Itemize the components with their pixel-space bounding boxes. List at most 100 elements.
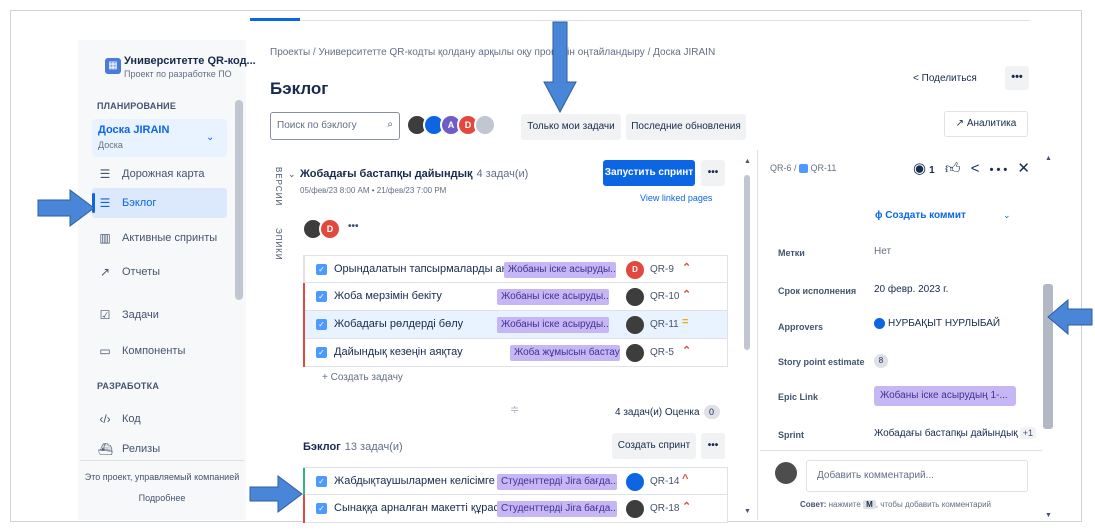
issue-key[interactable]: QR-11: [650, 319, 679, 330]
like-icon[interactable]: 👍︎: [945, 160, 964, 177]
chevron-down-icon[interactable]: ⌄: [206, 132, 214, 143]
epic-link-value[interactable]: Жобаны іске асырудың 1-...: [874, 386, 1016, 406]
assignee-avatar[interactable]: [626, 473, 644, 491]
labels-value[interactable]: Нет: [874, 246, 891, 257]
epic-tag[interactable]: Жобаны іске асыруды...: [497, 317, 609, 333]
share-button[interactable]: < Поделиться: [905, 66, 995, 92]
scroll-up-icon[interactable]: ▲: [1045, 155, 1052, 162]
drag-handle-icon[interactable]: ≑: [510, 403, 519, 416]
collapse-chevron-icon[interactable]: ⌄: [288, 169, 296, 180]
sidebar-scrollbar[interactable]: [235, 100, 243, 300]
sidebar-item-active-sprints[interactable]: ▥ Активные спринты: [92, 223, 227, 253]
breadcrumb[interactable]: Проекты / Университетте QR-кодты қолдану…: [270, 47, 715, 58]
story-points-value[interactable]: 8: [874, 354, 888, 368]
tab-versions[interactable]: ВЕРСИИ: [274, 167, 283, 206]
checkbox-icon: ✓: [316, 291, 327, 302]
more-actions-button[interactable]: •••: [1005, 66, 1029, 90]
issue-row[interactable]: ✓ Орындалатын тапсырмаларды анықта Жобан…: [303, 255, 728, 284]
close-icon[interactable]: ✕: [1017, 160, 1033, 177]
assignee-avatar[interactable]: [626, 344, 644, 362]
scroll-down-icon[interactable]: ▼: [1045, 512, 1052, 519]
create-issue-button[interactable]: + Создать задачу: [322, 372, 403, 383]
field-label: Метки: [778, 248, 805, 258]
sidebar-item-code[interactable]: ‹/› Код: [92, 404, 227, 434]
project-name[interactable]: Университетте QR-код...: [124, 55, 256, 67]
more-sprints-badge[interactable]: +1: [1019, 427, 1036, 439]
priority-highest-icon: ⌃: [682, 262, 692, 274]
backlog-name: Бэклог: [303, 441, 341, 453]
avatar[interactable]: D: [319, 218, 341, 240]
sidebar-more-link[interactable]: Подробнее: [80, 493, 244, 503]
backlog-more-button[interactable]: •••: [701, 433, 725, 459]
start-sprint-button[interactable]: Запустить спринт: [603, 160, 695, 186]
analytics-icon: ↗: [955, 118, 967, 129]
shortcut-key: M: [863, 500, 876, 509]
sidebar-item-roadmap[interactable]: ☰ Дорожная карта: [92, 159, 227, 189]
backlog-scrollbar[interactable]: [744, 175, 750, 350]
more-icon[interactable]: •••: [990, 164, 1011, 176]
only-my-issues-button[interactable]: Только мои задачи: [521, 114, 621, 140]
issue-key[interactable]: QR-14: [650, 476, 679, 487]
assignee-avatar[interactable]: D: [626, 261, 644, 279]
issue-key[interactable]: QR-9: [650, 264, 674, 275]
linked-pages-link[interactable]: View linked pages: [640, 193, 712, 203]
issue-key[interactable]: QR-18: [650, 503, 679, 514]
backlog-title[interactable]: Бэклог 13 задач(и): [303, 441, 403, 453]
more-avatars-icon[interactable]: •••: [348, 221, 359, 232]
epic-tag[interactable]: Жоба жұмысын бастау: [510, 345, 620, 361]
issue-row[interactable]: ✓ Жоба мерзімін бекіту Жобаны іске асыру…: [303, 283, 728, 311]
scroll-down-icon[interactable]: ▼: [744, 508, 751, 515]
parent-key[interactable]: QR-6: [770, 163, 792, 173]
comment-input[interactable]: Добавить комментарий...: [806, 460, 1028, 492]
assignee-avatar[interactable]: [626, 500, 644, 518]
scroll-up-icon[interactable]: ▲: [744, 158, 751, 165]
issue-row[interactable]: ✓ Жабдықтаушылармен келісімге келу Студе…: [303, 467, 728, 496]
recent-updates-button[interactable]: Последние обновления: [626, 114, 746, 140]
avatar[interactable]: [474, 114, 496, 136]
issue-row[interactable]: ✓ Дайындық кезеңін аяқтау Жоба жұмысын б…: [303, 339, 728, 367]
due-date-value[interactable]: 20 февр. 2023 г.: [874, 284, 948, 295]
sidebar-item-label: Активные спринты: [122, 232, 218, 244]
issue-row[interactable]: ✓ Жобадағы рөлдерді бөлу Жобаны іске асы…: [303, 311, 728, 339]
sidebar-item-backlog[interactable]: ☰ Бэклог: [92, 188, 227, 218]
sprint-more-button[interactable]: •••: [701, 160, 725, 186]
issue-summary: Дайындық кезеңін аяқтау: [334, 346, 463, 358]
checkbox-icon: ✓: [316, 347, 327, 358]
epic-tag[interactable]: Жобаны іске асыруды...: [497, 289, 609, 305]
child-key[interactable]: QR-11: [811, 163, 837, 173]
assignee-avatar[interactable]: [626, 288, 644, 306]
sprint-value[interactable]: Жобадағы бастапқы дайындық +1: [874, 427, 1036, 439]
epic-tag[interactable]: Жобаны іске асыруды...: [504, 262, 616, 278]
create-commit-button[interactable]: ϕ Создать коммит: [875, 210, 966, 221]
sidebar-item-issues[interactable]: ☑ Задачи: [92, 300, 227, 330]
chevron-down-icon[interactable]: ⌄: [1003, 210, 1011, 221]
issue-left-border: [303, 283, 305, 311]
issue-row[interactable]: ✓ Сынаққа арналған макетті құрастыру Сту…: [303, 495, 728, 523]
assignee-avatar[interactable]: [626, 316, 644, 334]
board-name[interactable]: Доска JIRAIN: [98, 124, 169, 136]
epic-tag[interactable]: Студенттерді Jira бағда...: [497, 501, 617, 517]
issue-summary: Орындалатын тапсырмаларды анықта: [334, 263, 509, 275]
branch-icon: ϕ: [875, 210, 886, 221]
sidebar-item-components[interactable]: ▭ Компоненты: [92, 336, 227, 366]
create-sprint-button[interactable]: Создать спринт: [612, 433, 696, 459]
tab-epics[interactable]: ЭПИКИ: [274, 228, 283, 261]
backlog-search-input[interactable]: Поиск по бэклогу ⌕: [270, 112, 400, 140]
search-icon: ⌕: [387, 119, 393, 130]
annotation-arrow-right-sidebar: [37, 189, 95, 227]
board-type: Доска: [98, 140, 123, 150]
analytics-button[interactable]: ↗ Аналитика: [944, 111, 1028, 137]
project-avatar-icon[interactable]: ▦: [105, 58, 121, 74]
priority-highest-icon: ⌃: [682, 501, 692, 513]
checkbox-icon: ✓: [316, 319, 327, 330]
issue-key[interactable]: QR-5: [650, 347, 674, 358]
sidebar-item-reports[interactable]: ↗ Отчеты: [92, 257, 227, 287]
approvers-value[interactable]: НУРБАҚЫТ НУРЛЫБАЙ: [874, 318, 1000, 329]
watch-icon[interactable]: ◉: [913, 160, 929, 177]
tip-text: , чтобы добавить комментарий: [875, 500, 992, 509]
detail-breadcrumb[interactable]: QR-6 / QR-11: [770, 163, 837, 174]
sprint-title[interactable]: Жобадағы бастапқы дайындық 4 задач(и): [300, 168, 528, 180]
share-icon[interactable]: <: [971, 160, 983, 177]
epic-tag[interactable]: Студенттерді Jira бағда...: [497, 474, 617, 490]
issue-key[interactable]: QR-10: [650, 291, 679, 302]
